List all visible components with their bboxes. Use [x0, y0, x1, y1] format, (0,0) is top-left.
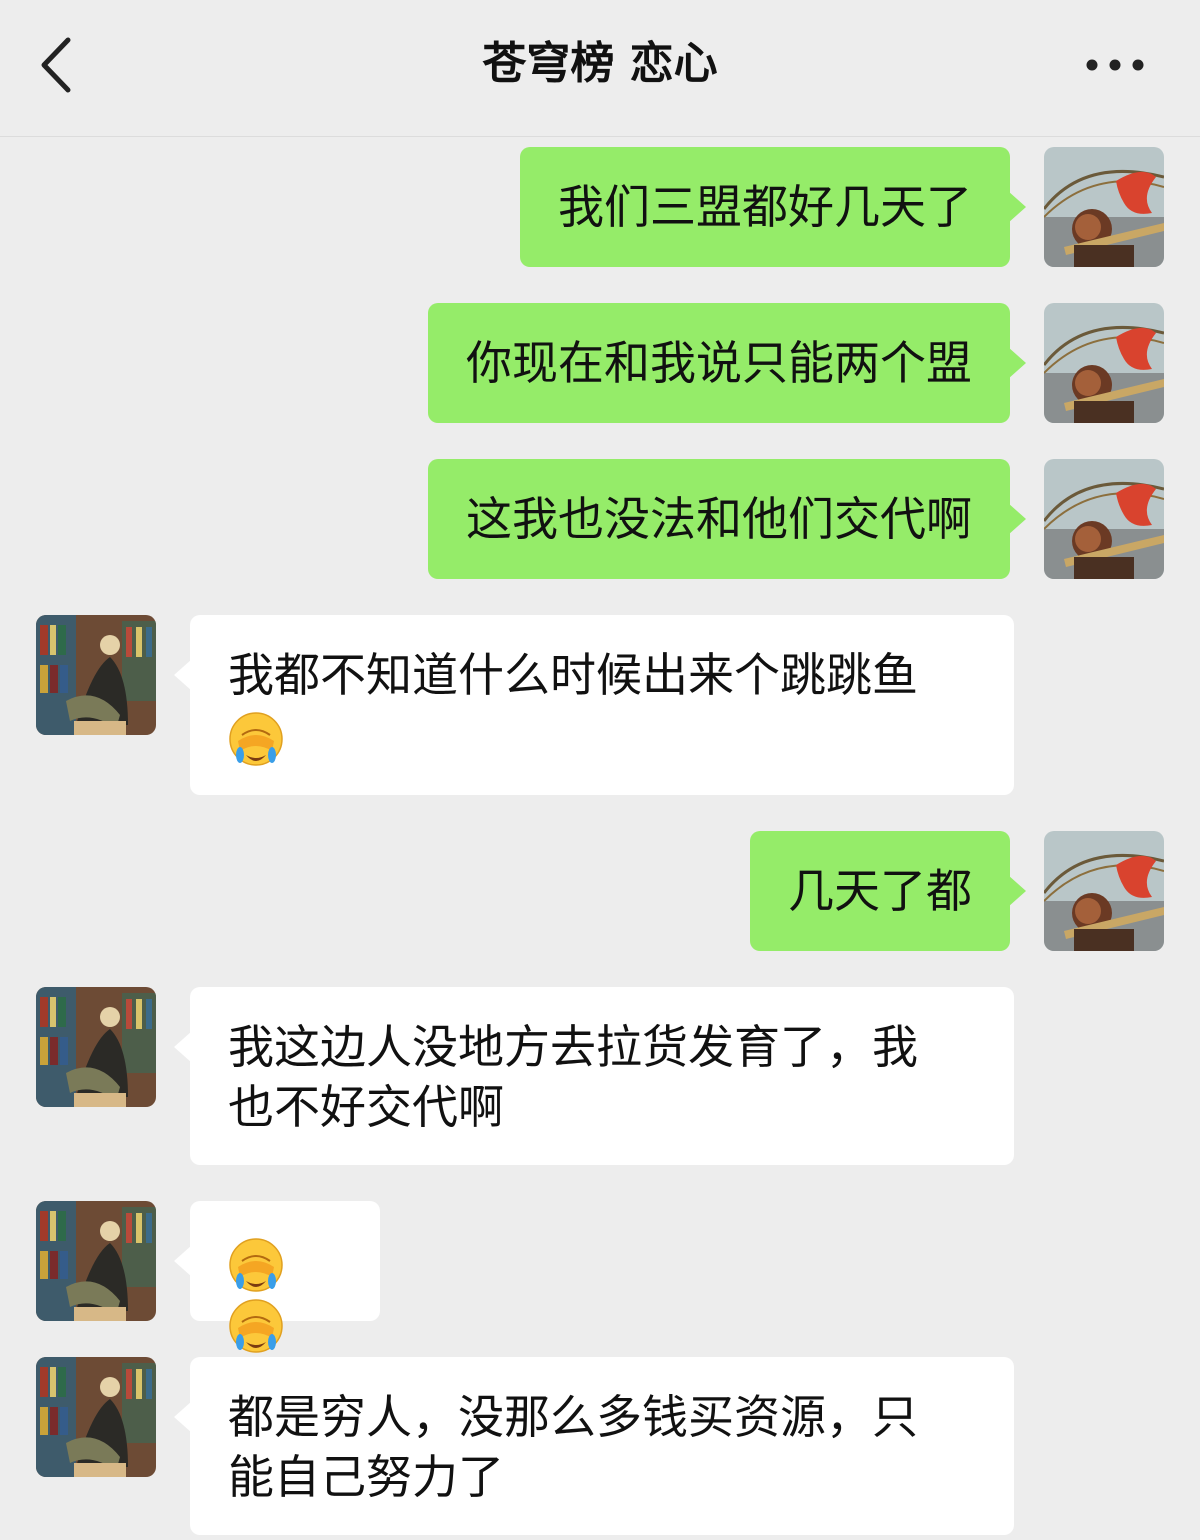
- contact-message-bubble[interactable]: 都是穷人，没那么多钱买资源，只 能自己努力了: [174, 1357, 1014, 1535]
- message-text: 我都不知道什么时候出来个跳跳鱼: [228, 648, 918, 702]
- my-message-bubble[interactable]: 几天了都: [750, 831, 1026, 951]
- contact-avatar[interactable]: [36, 987, 156, 1107]
- my-message-bubble[interactable]: 这我也没法和他们交代啊: [428, 459, 1026, 579]
- back-button[interactable]: [30, 30, 90, 100]
- my-message-bubble[interactable]: 我们三盟都好几天了: [520, 147, 1026, 267]
- contact-avatar[interactable]: [36, 1201, 156, 1321]
- my-avatar[interactable]: [1044, 831, 1164, 951]
- my-avatar[interactable]: [1044, 147, 1164, 267]
- contact-avatar[interactable]: [36, 615, 156, 735]
- my-message-bubble[interactable]: 你现在和我说只能两个盟: [428, 303, 1026, 423]
- message-text-line: 我这边人没地方去拉货发育了，我: [228, 1020, 918, 1074]
- my-avatar[interactable]: [1044, 459, 1164, 579]
- my-avatar[interactable]: [1044, 303, 1164, 423]
- face-palm-crying-emoji-icon: [229, 1299, 283, 1353]
- message-text: 几天了都: [788, 864, 972, 918]
- message-text-line: 能自己努力了: [228, 1450, 504, 1504]
- contact-message-bubble[interactable]: [174, 1201, 380, 1353]
- chat-header: 苍穹榜 恋心: [0, 0, 1200, 137]
- message-text: 这我也没法和他们交代啊: [466, 492, 972, 546]
- message-text: 我们三盟都好几天了: [558, 180, 972, 234]
- message-text-line: 也不好交代啊: [228, 1080, 504, 1134]
- contact-message-bubble[interactable]: 我这边人没地方去拉货发育了，我 也不好交代啊: [174, 987, 1014, 1165]
- face-palm-crying-emoji-icon: [229, 1237, 283, 1292]
- chat-title: 苍穹榜 恋心: [482, 38, 718, 89]
- message-text: 你现在和我说只能两个盟: [466, 336, 972, 390]
- contact-message-bubble[interactable]: 我都不知道什么时候出来个跳跳鱼: [174, 615, 1014, 795]
- message-text-line: 都是穷人，没那么多钱买资源，只: [228, 1390, 918, 1444]
- more-dots-icon: [1086, 59, 1144, 71]
- face-palm-crying-emoji-icon: [229, 711, 283, 766]
- more-options-button[interactable]: [1080, 40, 1150, 90]
- chevron-left-icon: [41, 37, 71, 93]
- contact-avatar[interactable]: [36, 1357, 156, 1477]
